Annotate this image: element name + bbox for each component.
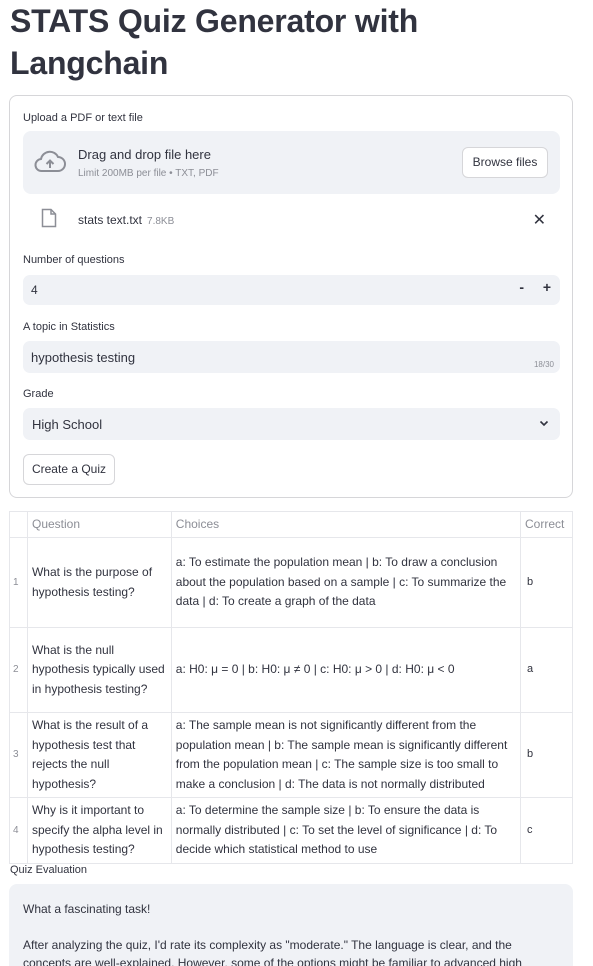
choices-cell[interactable]: a: The sample mean is not significantly … <box>170 712 522 798</box>
evaluation-label: Quiz Evaluation <box>10 864 88 876</box>
file-icon <box>41 208 57 228</box>
table-row: 3 What is the result of a hypothesis tes… <box>9 712 573 798</box>
correct-cell[interactable]: b <box>520 537 573 628</box>
topic-value: hypothesis testing <box>31 350 136 365</box>
increment-button[interactable]: + <box>543 279 551 295</box>
question-cell[interactable]: What is the null hypothesis typically us… <box>26 627 172 713</box>
choices-header[interactable]: Choices <box>170 511 522 538</box>
remove-file-icon[interactable]: ✕ <box>533 210 546 230</box>
row-index: 4 <box>9 797 28 864</box>
evaluation-line: After analyzing the quiz, I'd rate its c… <box>23 938 522 966</box>
char-counter: 18/30 <box>533 360 554 369</box>
upload-label: Upload a PDF or text file <box>23 112 143 124</box>
row-index: 2 <box>9 627 28 713</box>
page-title: STATS Quiz Generator with Langchain <box>10 3 419 81</box>
question-cell[interactable]: Why is it important to specify the alpha… <box>26 797 172 864</box>
choices-cell[interactable]: a: To estimate the population mean | b: … <box>170 537 522 628</box>
index-header <box>9 511 28 538</box>
grade-label: Grade <box>23 388 54 400</box>
table-row: 4 Why is it important to specify the alp… <box>9 797 573 864</box>
question-cell[interactable]: What is the result of a hypothesis test … <box>26 712 172 798</box>
question-cell[interactable]: What is the purpose of hypothesis testin… <box>26 537 172 628</box>
file-size: 7.8KB <box>147 216 175 227</box>
evaluation-line: What a fascinating task! <box>23 902 151 916</box>
correct-cell[interactable]: b <box>520 712 573 798</box>
correct-header[interactable]: Correct <box>520 511 573 538</box>
correct-cell[interactable]: c <box>520 797 573 864</box>
choices-cell[interactable]: a: H0: μ = 0 | b: H0: μ ≠ 0 | c: H0: μ >… <box>170 627 522 713</box>
topic-label: A topic in Statistics <box>23 321 115 333</box>
quiz-form: Upload a PDF or text file Drag and drop … <box>9 95 573 498</box>
row-index: 3 <box>9 712 28 798</box>
table-row: 1 What is the purpose of hypothesis test… <box>9 537 573 628</box>
evaluation-textarea[interactable]: What a fascinating task! After analyzing… <box>9 884 573 966</box>
table-header-row: Question Choices Correct <box>9 511 573 538</box>
file-dropzone[interactable]: Drag and drop file here Limit 200MB per … <box>23 131 560 194</box>
question-header[interactable]: Question <box>26 511 172 538</box>
num-questions-value: 4 <box>31 283 38 297</box>
create-quiz-button[interactable]: Create a Quiz <box>23 454 115 485</box>
grade-value: High School <box>32 417 103 432</box>
chevron-down-icon <box>539 420 549 427</box>
uploaded-file: stats text.txt 7.8KB <box>78 213 174 227</box>
decrement-button[interactable]: - <box>519 279 524 295</box>
choices-cell[interactable]: a: To determine the sample size | b: To … <box>170 797 522 864</box>
table-row: 2 What is the null hypothesis typically … <box>9 627 573 713</box>
dropzone-title: Drag and drop file here <box>78 147 211 162</box>
dropzone-limit: Limit 200MB per file • TXT, PDF <box>78 168 219 179</box>
browse-files-button[interactable]: Browse files <box>462 147 548 178</box>
correct-cell[interactable]: a <box>520 627 573 713</box>
quiz-table: Question Choices Correct 1 What is the p… <box>9 511 573 864</box>
num-questions-input[interactable]: 4 - + <box>23 275 560 305</box>
grade-select[interactable]: High School <box>23 408 560 440</box>
num-questions-label: Number of questions <box>23 254 125 266</box>
topic-input[interactable]: hypothesis testing 18/30 <box>23 341 560 373</box>
cloud-upload-icon <box>34 150 66 172</box>
file-name: stats text.txt <box>78 213 143 227</box>
row-index: 1 <box>9 537 28 628</box>
